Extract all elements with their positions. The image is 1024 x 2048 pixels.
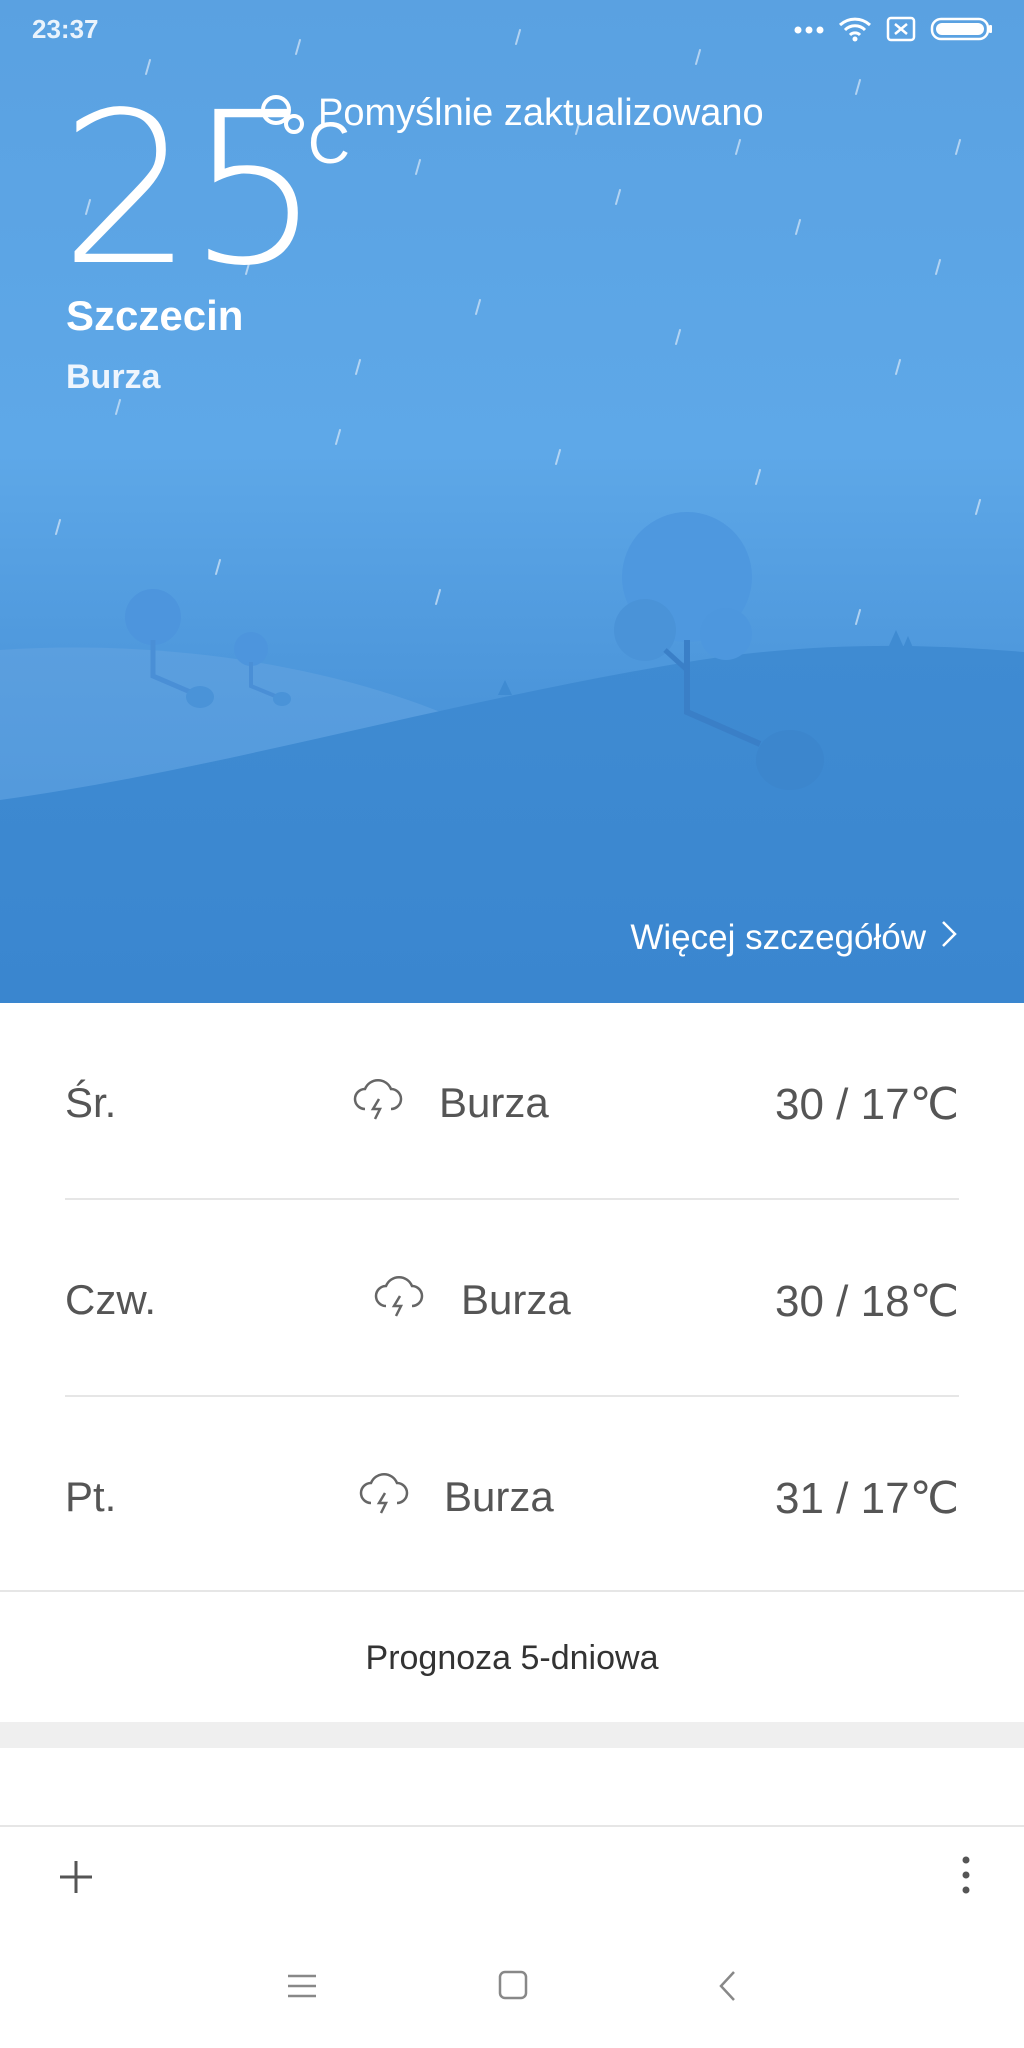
forecast-row[interactable]: Śr. Burza 30 / 17℃ — [65, 1003, 959, 1200]
forecast-row[interactable]: Czw. Burza 30 / 18℃ — [65, 1200, 959, 1397]
more-details-link[interactable]: Więcej szczegółów — [630, 918, 958, 958]
more-details-label: Więcej szczegółów — [630, 918, 926, 957]
more-vertical-icon[interactable] — [960, 1855, 972, 1900]
forecast-condition: Burza — [444, 1473, 554, 1520]
city-name[interactable]: Szczecin — [66, 292, 243, 340]
thunderstorm-icon — [351, 1077, 403, 1128]
current-condition: Burza — [66, 358, 161, 396]
forecast-range: 30 / 17℃ — [775, 1080, 959, 1129]
chevron-right-icon — [940, 918, 958, 958]
forecast-row[interactable]: Pt. Burza 31 / 17℃ — [65, 1397, 959, 1592]
wifi-icon — [838, 16, 872, 47]
bottom-action-bar — [0, 1825, 1024, 1929]
forecast-range: 30 / 18℃ — [775, 1277, 959, 1326]
forecast-day: Czw. — [65, 1276, 157, 1323]
forecast-condition: Burza — [461, 1276, 571, 1323]
forecast-range: 31 / 17℃ — [775, 1474, 959, 1523]
more-dots-icon — [794, 22, 824, 40]
forecast-list: Śr. Burza 30 / 17℃ Czw. Burza 30 / 18℃ P… — [0, 1003, 1024, 1592]
forecast-condition: Burza — [439, 1079, 549, 1126]
battery-icon — [930, 16, 994, 47]
system-navigation-bar — [0, 1927, 1024, 2048]
status-time: 23:37 — [32, 14, 99, 44]
status-bar: 23:37 — [0, 0, 1024, 64]
add-icon[interactable] — [58, 1859, 94, 1900]
section-divider — [0, 1722, 1024, 1748]
forecast-day: Pt. — [65, 1473, 117, 1520]
five-day-forecast-label: Prognoza 5-dniowa — [365, 1638, 659, 1677]
weather-hero: 23:37 25 C Pomyślnie zaktualizowano Szcz… — [0, 0, 1024, 1003]
menu-icon[interactable] — [286, 1971, 318, 2006]
five-day-forecast-button[interactable]: Prognoza 5-dniowa — [0, 1590, 1024, 1724]
forecast-day: Śr. — [65, 1079, 117, 1126]
sim-x-icon — [886, 16, 916, 47]
update-status: Pomyślnie zaktualizowano — [318, 92, 764, 134]
home-icon[interactable] — [497, 1969, 529, 2006]
thunderstorm-icon — [357, 1471, 409, 1522]
back-icon[interactable] — [716, 1969, 738, 2008]
thunderstorm-icon — [372, 1274, 424, 1325]
